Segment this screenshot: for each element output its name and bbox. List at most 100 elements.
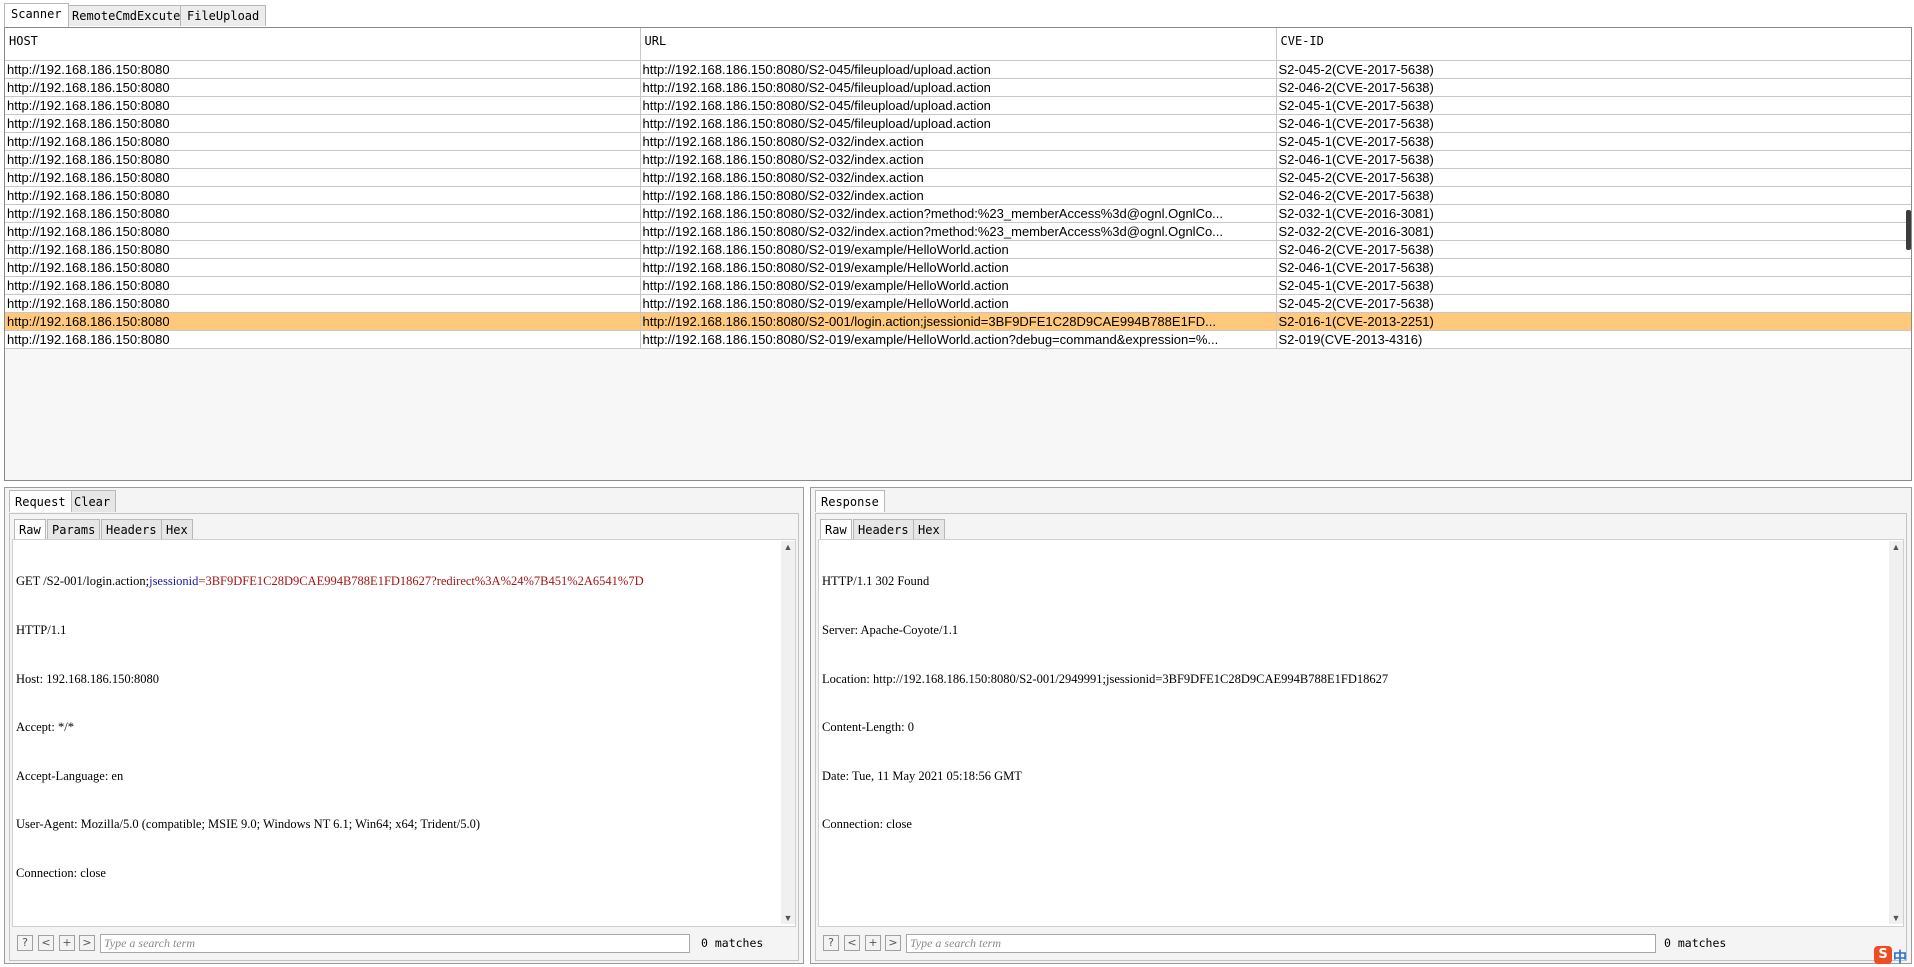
tab-file-upload[interactable]: FileUpload bbox=[180, 5, 267, 26]
subtab-params[interactable]: Params bbox=[47, 519, 101, 539]
ime-language-indicator: 中 bbox=[1893, 950, 1907, 966]
request-match-count: 0 matches bbox=[701, 936, 764, 950]
previous-match-button[interactable]: < bbox=[38, 935, 54, 951]
cell-cve-id: S2-045-2(CVE-2017-5638) bbox=[1276, 168, 1911, 187]
previous-match-button[interactable]: < bbox=[844, 935, 860, 951]
subtab-headers[interactable]: Headers bbox=[853, 519, 914, 539]
sogou-logo-icon: S bbox=[1874, 946, 1892, 964]
table-row[interactable]: http://192.168.186.150:8080 http://192.16… bbox=[5, 150, 1911, 169]
cell-url: http://192.168.186.150:8080/S2-019/examp… bbox=[640, 240, 1277, 259]
response-pane: Response Raw Headers Hex HTTP/1.1 302 Fo… bbox=[810, 487, 1912, 964]
request-search-bar: ? < + > 0 matches bbox=[12, 932, 796, 956]
table-row[interactable]: http://192.168.186.150:8080 http://192.16… bbox=[5, 132, 1911, 151]
scroll-up-icon[interactable]: ▲ bbox=[781, 541, 795, 553]
cell-url: http://192.168.186.150:8080/S2-045/fileu… bbox=[640, 78, 1277, 97]
cell-host: http://192.168.186.150:8080 bbox=[5, 132, 641, 151]
cell-url: http://192.168.186.150:8080/S2-019/examp… bbox=[640, 330, 1277, 349]
request-editor-box: Raw Params Headers Hex GET /S2-001/login… bbox=[9, 513, 799, 961]
table-row[interactable]: http://192.168.186.150:8080 http://192.16… bbox=[5, 96, 1911, 115]
subtab-raw[interactable]: Raw bbox=[820, 519, 852, 539]
column-header-url[interactable]: URL bbox=[640, 28, 1277, 61]
next-match-button[interactable]: > bbox=[79, 935, 95, 951]
cell-cve-id: S2-045-1(CVE-2017-5638) bbox=[1276, 96, 1911, 115]
cell-url: http://192.168.186.150:8080/S2-032/index… bbox=[640, 150, 1277, 169]
table-row[interactable]: http://192.168.186.150:8080 http://192.16… bbox=[5, 312, 1911, 331]
table-row[interactable]: http://192.168.186.150:8080 http://192.16… bbox=[5, 78, 1911, 97]
table-row[interactable]: http://192.168.186.150:8080 http://192.16… bbox=[5, 258, 1911, 277]
table-row[interactable]: http://192.168.186.150:8080 http://192.16… bbox=[5, 276, 1911, 295]
cell-cve-id: S2-019(CVE-2013-4316) bbox=[1276, 330, 1911, 349]
cell-host: http://192.168.186.150:8080 bbox=[5, 312, 641, 331]
cell-url: http://192.168.186.150:8080/S2-045/fileu… bbox=[640, 114, 1277, 133]
request-header-line: Accept-Language: en bbox=[16, 768, 124, 783]
cell-cve-id: S2-046-1(CVE-2017-5638) bbox=[1276, 114, 1911, 133]
scroll-down-icon[interactable]: ▼ bbox=[1889, 912, 1903, 924]
cell-cve-id: S2-046-1(CVE-2017-5638) bbox=[1276, 258, 1911, 277]
param-value: =3BF9DFE1C28D9CAE994B788E1FD18627?redire… bbox=[198, 574, 644, 589]
scroll-up-icon[interactable]: ▲ bbox=[1889, 541, 1903, 553]
next-match-button[interactable]: > bbox=[885, 935, 901, 951]
response-line: Content-Length: 0 bbox=[822, 720, 914, 735]
request-line: GET /S2-001/login.action;jsessionid=3BF9… bbox=[16, 573, 792, 589]
cell-cve-id: S2-046-2(CVE-2017-5638) bbox=[1276, 240, 1911, 259]
request-raw-editor[interactable]: GET /S2-001/login.action;jsessionid=3BF9… bbox=[12, 539, 796, 927]
column-header-host[interactable]: HOST bbox=[5, 28, 641, 61]
response-search-input[interactable] bbox=[906, 934, 1656, 953]
subtab-headers[interactable]: Headers bbox=[101, 519, 162, 539]
table-row[interactable]: http://192.168.186.150:8080 http://192.16… bbox=[5, 204, 1911, 223]
param-key: jsessionid bbox=[149, 574, 199, 589]
table-row[interactable]: http://192.168.186.150:8080 http://192.16… bbox=[5, 186, 1911, 205]
scrollbar-thumb[interactable] bbox=[1906, 210, 1911, 250]
request-header-line: Host: 192.168.186.150:8080 bbox=[16, 671, 160, 686]
cell-url: http://192.168.186.150:8080/S2-019/examp… bbox=[640, 276, 1277, 295]
response-raw-editor[interactable]: HTTP/1.1 302 Found Server: Apache-Coyote… bbox=[818, 539, 1904, 927]
ime-tray-icon[interactable]: S 中 bbox=[1874, 946, 1908, 966]
response-match-count: 0 matches bbox=[1664, 936, 1727, 950]
results-body: http://192.168.186.150:8080 http://192.16… bbox=[5, 60, 1911, 349]
table-row[interactable]: http://192.168.186.150:8080 http://192.16… bbox=[5, 222, 1911, 241]
response-vertical-scrollbar[interactable]: ▲ ▼ bbox=[1889, 541, 1903, 924]
subtab-hex[interactable]: Hex bbox=[913, 519, 945, 539]
tab-scanner[interactable]: Scanner bbox=[4, 3, 69, 27]
cell-host: http://192.168.186.150:8080 bbox=[5, 204, 641, 223]
cell-url: http://192.168.186.150:8080/S2-019/examp… bbox=[640, 294, 1277, 313]
scroll-down-icon[interactable]: ▼ bbox=[781, 912, 795, 924]
table-row[interactable]: http://192.168.186.150:8080 http://192.16… bbox=[5, 294, 1911, 313]
cell-url: http://192.168.186.150:8080/S2-032/index… bbox=[640, 132, 1277, 151]
request-header-line: Connection: close bbox=[16, 865, 106, 880]
tab-request[interactable]: Request bbox=[9, 490, 72, 512]
help-icon[interactable]: ? bbox=[823, 935, 839, 951]
tab-response[interactable]: Response bbox=[815, 490, 885, 512]
help-icon[interactable]: ? bbox=[17, 935, 33, 951]
request-header-line: User-Agent: Mozilla/5.0 (compatible; MSI… bbox=[16, 817, 480, 832]
cell-cve-id: S2-046-2(CVE-2017-5638) bbox=[1276, 186, 1911, 205]
response-line: HTTP/1.1 302 Found bbox=[822, 574, 930, 589]
cell-host: http://192.168.186.150:8080 bbox=[5, 240, 641, 259]
request-line-path: GET /S2-001/login.action; bbox=[16, 574, 150, 589]
response-search-bar: ? < + > 0 matches bbox=[818, 932, 1904, 956]
request-header-line: Accept: */* bbox=[16, 720, 74, 735]
table-row[interactable]: http://192.168.186.150:8080 http://192.16… bbox=[5, 168, 1911, 187]
add-icon[interactable]: + bbox=[59, 935, 75, 951]
cell-url: http://192.168.186.150:8080/S2-001/login… bbox=[640, 312, 1277, 331]
request-search-input[interactable] bbox=[100, 934, 690, 953]
add-icon[interactable]: + bbox=[865, 935, 881, 951]
table-row[interactable]: http://192.168.186.150:8080 http://192.16… bbox=[5, 240, 1911, 259]
column-header-cve-id[interactable]: CVE-ID bbox=[1276, 28, 1911, 61]
cell-cve-id: S2-046-2(CVE-2017-5638) bbox=[1276, 78, 1911, 97]
subtab-hex[interactable]: Hex bbox=[161, 519, 193, 539]
tab-remote-cmd-excute[interactable]: RemoteCmdExcute bbox=[65, 5, 188, 26]
cell-cve-id: S2-016-1(CVE-2013-2251) bbox=[1276, 312, 1911, 331]
response-editor-box: Raw Headers Hex HTTP/1.1 302 Found Serve… bbox=[815, 513, 1907, 961]
table-row[interactable]: http://192.168.186.150:8080 http://192.16… bbox=[5, 114, 1911, 133]
cell-host: http://192.168.186.150:8080 bbox=[5, 150, 641, 169]
response-line: Location: http://192.168.186.150:8080/S2… bbox=[822, 671, 1389, 686]
subtab-raw[interactable]: Raw bbox=[14, 519, 46, 539]
clear-button[interactable]: Clear bbox=[68, 490, 117, 512]
table-row[interactable]: http://192.168.186.150:8080 http://192.16… bbox=[5, 330, 1911, 349]
cell-cve-id: S2-045-1(CVE-2017-5638) bbox=[1276, 276, 1911, 295]
request-vertical-scrollbar[interactable]: ▲ ▼ bbox=[781, 541, 795, 924]
cell-url: http://192.168.186.150:8080/S2-032/index… bbox=[640, 204, 1277, 223]
table-row[interactable]: http://192.168.186.150:8080 http://192.16… bbox=[5, 60, 1911, 79]
cell-url: http://192.168.186.150:8080/S2-032/index… bbox=[640, 186, 1277, 205]
